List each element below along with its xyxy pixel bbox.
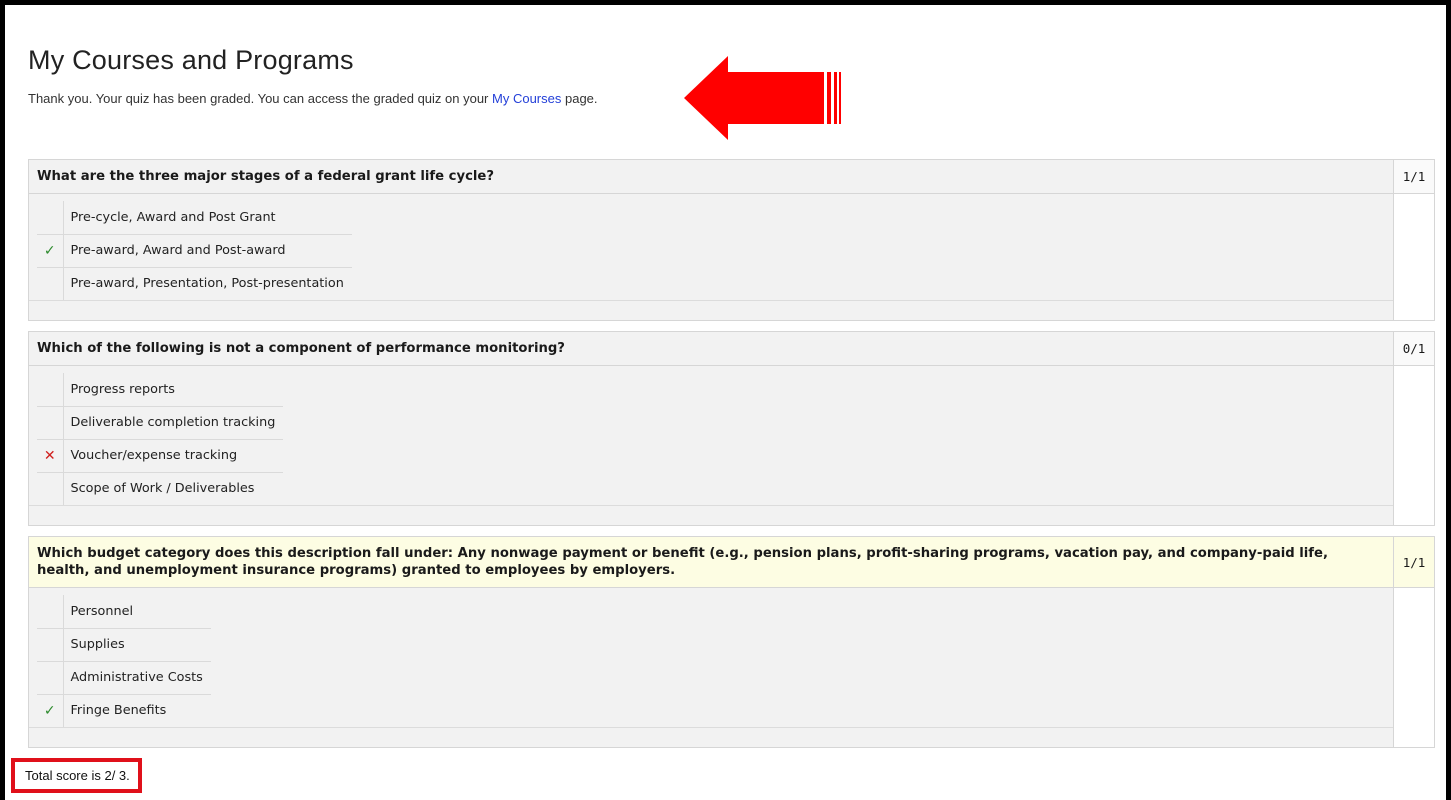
correct-check-icon: ✓: [37, 234, 64, 268]
notice-text-end: page.: [561, 91, 598, 106]
total-score: Total score is 2/ 3.: [11, 758, 142, 793]
answer-mark: [37, 628, 64, 662]
answer-row: ✓ Fringe Benefits: [37, 694, 211, 727]
graded-notice: Thank you. Your quiz has been graded. Yo…: [28, 91, 598, 106]
answer-row: Deliverable completion tracking: [37, 406, 284, 440]
answer-row: Scope of Work / Deliverables: [37, 472, 283, 505]
question-body: Pre-cycle, Award and Post Grant ✓ Pre-aw…: [29, 194, 1434, 320]
answer-label: Fringe Benefits: [70, 703, 167, 719]
answer-label: Pre-award, Presentation, Post-presentati…: [70, 276, 344, 292]
question-score: 1/1: [1393, 537, 1434, 587]
question-block: Which budget category does this descript…: [28, 536, 1435, 748]
answer-row: Supplies: [37, 628, 211, 662]
question-text: Which budget category does this descript…: [29, 537, 1393, 587]
answer-label: Pre-award, Award and Post-award: [63, 234, 352, 268]
wrong-x-icon: ✕: [37, 439, 64, 473]
question-body: Personnel Supplies Administrative Costs …: [29, 588, 1434, 747]
answer-mark: [37, 661, 64, 695]
answer-row: ✕ Voucher/expense tracking: [37, 439, 284, 473]
answer-mark: [37, 472, 64, 505]
question-block: Which of the following is not a componen…: [28, 331, 1435, 526]
question-score: 0/1: [1393, 332, 1434, 365]
answer-label: Personnel: [63, 595, 211, 629]
answer-list: Pre-cycle, Award and Post Grant ✓ Pre-aw…: [29, 194, 1394, 320]
my-courses-link[interactable]: My Courses: [492, 91, 561, 106]
answer-row: ✓ Pre-award, Award and Post-award: [37, 234, 352, 268]
answer-row: Pre-award, Presentation, Post-presentati…: [37, 267, 352, 300]
answer-row: Pre-cycle, Award and Post Grant: [37, 201, 352, 235]
question-header: Which of the following is not a componen…: [29, 332, 1434, 366]
question-header: What are the three major stages of a fed…: [29, 160, 1434, 194]
red-arrow-icon: [684, 56, 841, 140]
question-text: Which of the following is not a componen…: [29, 332, 1393, 365]
quiz-results: What are the three major stages of a fed…: [28, 159, 1435, 758]
question-score: 1/1: [1393, 160, 1434, 193]
answer-list: Personnel Supplies Administrative Costs …: [29, 588, 1394, 747]
answer-label: Scope of Work / Deliverables: [70, 481, 255, 497]
answer-mark: [37, 406, 64, 440]
answer-label: Voucher/expense tracking: [63, 439, 284, 473]
question-text: What are the three major stages of a fed…: [29, 160, 1393, 193]
question-header: Which budget category does this descript…: [29, 537, 1434, 588]
answer-label: Administrative Costs: [63, 661, 211, 695]
answer-row: Administrative Costs: [37, 661, 211, 695]
answer-row: Progress reports: [37, 373, 284, 407]
correct-check-icon: ✓: [37, 694, 64, 727]
answer-mark: [37, 595, 64, 629]
answer-mark: [37, 201, 64, 235]
answer-mark: [37, 373, 64, 407]
answer-label: Supplies: [63, 628, 211, 662]
answer-mark: [37, 267, 64, 300]
question-block: What are the three major stages of a fed…: [28, 159, 1435, 321]
answer-label: Pre-cycle, Award and Post Grant: [63, 201, 352, 235]
answer-label: Deliverable completion tracking: [63, 406, 284, 440]
page-title: My Courses and Programs: [28, 45, 354, 75]
answer-row: Personnel: [37, 595, 211, 629]
answer-list: Progress reports Deliverable completion …: [29, 366, 1394, 525]
question-body: Progress reports Deliverable completion …: [29, 366, 1434, 525]
notice-text: Thank you. Your quiz has been graded. Yo…: [28, 91, 493, 106]
answer-label: Progress reports: [63, 373, 284, 407]
